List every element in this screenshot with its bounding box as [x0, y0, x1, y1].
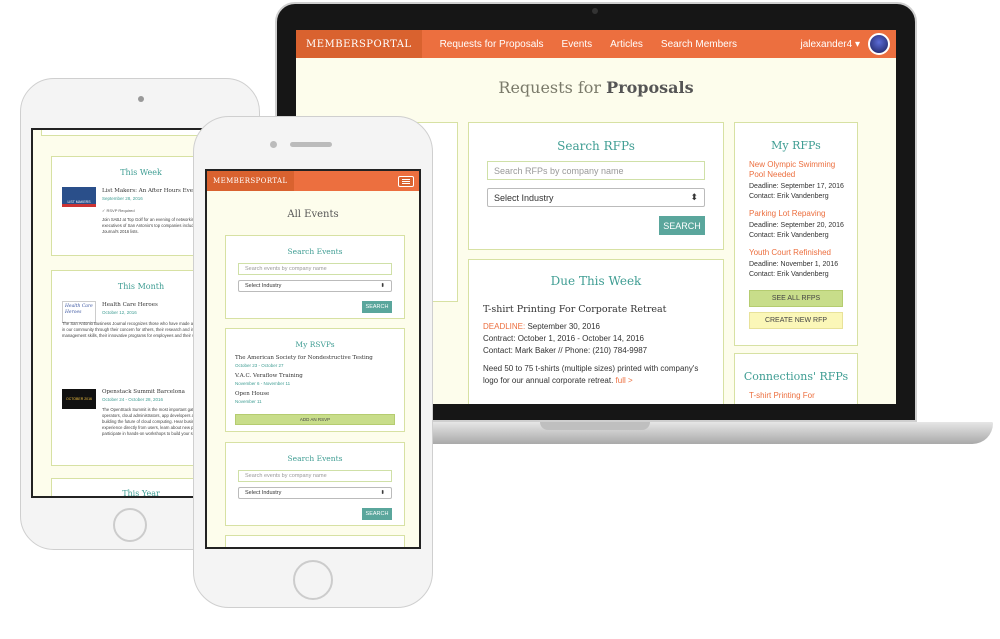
page-title: All Events	[287, 209, 339, 220]
event-thumbnail: LIST MAKERS	[62, 187, 96, 207]
search-events-panel-2: Search Events Search events by company n…	[225, 442, 405, 526]
search-events-title: Search Events	[287, 454, 343, 463]
rsvp-badge: ✓ RSVP Required	[102, 208, 135, 213]
my-rsvps-panel: My RSVPs The American Society for Nondes…	[225, 328, 405, 432]
see-all-rfps-button[interactable]: SEE ALL RFPS	[749, 290, 843, 307]
hamburger-menu-icon[interactable]	[398, 175, 414, 187]
tablet-top-panel	[41, 130, 201, 136]
page-title: Requests for Proposals	[498, 78, 694, 97]
due-this-week-title: Due This Week	[550, 274, 642, 288]
user-menu[interactable]: jalexander4 ▾	[800, 39, 860, 50]
search-events-input[interactable]: Search events by company name	[238, 263, 392, 275]
rfp-description: Need 50 to 75 t-shirts (multiple sizes) …	[483, 364, 699, 385]
my-rfp-link[interactable]: New Olympic Swimming Pool Needed	[749, 160, 849, 180]
search-rfps-input[interactable]: Search RFPs by company name	[487, 161, 705, 180]
industry-select[interactable]: Select Industry ⬍	[487, 188, 705, 207]
tablet-camera	[138, 96, 144, 102]
search-button[interactable]: SEARCH	[362, 508, 392, 520]
search-events-input[interactable]: Search events by company name	[238, 470, 392, 482]
nav-link-articles[interactable]: Articles	[610, 39, 643, 50]
search-rfps-title: Search RFPs	[557, 139, 635, 153]
phone-home-button	[293, 560, 333, 600]
laptop-notch	[540, 422, 650, 430]
my-rfps-title: My RFPs	[771, 139, 821, 152]
phone-speaker	[290, 142, 332, 147]
full-link[interactable]: full >	[616, 376, 633, 385]
rsvp-item[interactable]: V.A.C. Veraflow Training	[235, 373, 404, 380]
top-nav: MEMBERSPORTAL Requests for Proposals Eve…	[296, 30, 896, 58]
search-events-panel: Search Events Search events by company n…	[225, 235, 405, 319]
my-rfps-panel: My RFPs New Olympic Swimming Pool Needed…	[734, 122, 858, 346]
rsvp-item[interactable]: Open House	[235, 391, 404, 398]
industry-select[interactable]: Select Industry ⬍	[238, 487, 392, 499]
avatar[interactable]	[868, 33, 890, 55]
event-date: October 24 - October 28, 2016	[102, 397, 164, 402]
add-rsvp-button[interactable]: ADD AN RSVP	[235, 414, 395, 425]
event-title[interactable]: List Makers: An After Hours Event	[102, 188, 199, 194]
tablet-home-button	[113, 508, 147, 542]
rsvp-item[interactable]: The American Society for Nondestructive …	[235, 355, 404, 362]
event-thumbnail: Health Care Heroes	[62, 301, 96, 323]
industry-select[interactable]: Select Industry ⬍	[238, 280, 392, 292]
chevron-down-icon: ⬍	[690, 192, 698, 202]
connection-rfp-link[interactable]: T-shirt Printing For	[749, 391, 857, 400]
nav-link-search-members[interactable]: Search Members	[661, 39, 737, 50]
search-button[interactable]: SEARCH	[362, 301, 392, 313]
search-rfps-panel: Search RFPs Search RFPs by company name …	[468, 122, 724, 250]
chevron-down-icon: ⬍	[380, 283, 385, 289]
phone-camera	[270, 141, 277, 148]
nav-link-events[interactable]: Events	[562, 39, 593, 50]
search-events-title: Search Events	[287, 247, 343, 256]
event-title[interactable]: Openstack Summit Barcelona	[102, 389, 185, 395]
phone-screen: MEMBERSPORTAL All Events Search Events S…	[205, 169, 421, 549]
connections-rfps-title: Connections' RFPs	[743, 370, 849, 383]
event-date: October 12, 2016	[102, 310, 137, 315]
my-rfp-link[interactable]: Parking Lot Repaving	[749, 209, 857, 219]
brand-logo[interactable]: MEMBERSPORTAL	[296, 30, 422, 58]
connections-rfps-panel: Connections' RFPs T-shirt Printing For	[734, 353, 858, 404]
phone-bottom-panel	[225, 535, 405, 547]
rfp-details: DEADLINE: September 30, 2016 Contract: O…	[483, 322, 699, 385]
brand-logo[interactable]: MEMBERSPORTAL	[207, 171, 294, 191]
create-rfp-button[interactable]: CREATE NEW RFP	[749, 312, 843, 329]
search-button[interactable]: SEARCH	[659, 216, 705, 235]
event-date: September 28, 2016	[102, 196, 143, 201]
my-rsvps-title: My RSVPs	[295, 340, 335, 349]
due-this-week-panel: Due This Week T-shirt Printing For Corpo…	[468, 259, 724, 404]
nav-link-rfps[interactable]: Requests for Proposals	[440, 39, 544, 50]
chevron-down-icon: ⬍	[380, 490, 385, 496]
phone-nav: MEMBERSPORTAL	[207, 171, 419, 191]
event-title[interactable]: Health Care Heroes	[102, 302, 158, 308]
my-rfp-link[interactable]: Youth Court Refinished	[749, 248, 857, 258]
rfp-title[interactable]: T-shirt Printing For Corporate Retreat	[483, 304, 709, 315]
laptop-camera	[592, 8, 598, 14]
event-thumbnail: OCTOBER 2016	[62, 389, 96, 409]
